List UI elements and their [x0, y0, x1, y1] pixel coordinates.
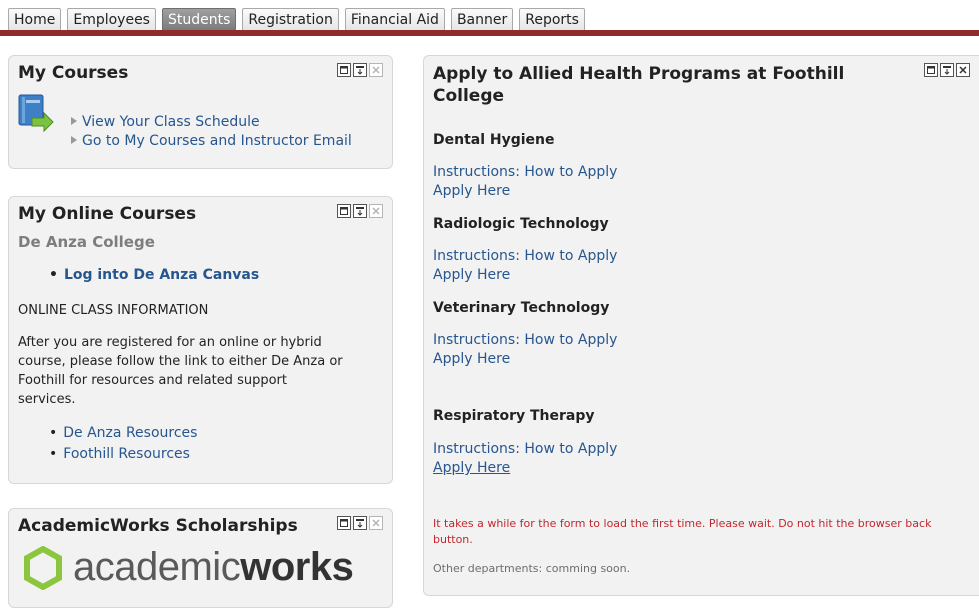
- logo-text: academicworks: [73, 545, 354, 590]
- triangle-icon: [71, 136, 77, 144]
- tabs: Home Employees Students Registration Fin…: [8, 8, 585, 31]
- maximize-icon[interactable]: [924, 63, 938, 77]
- panel-title: My Courses: [18, 63, 129, 83]
- apply-link[interactable]: Apply Here: [433, 267, 510, 283]
- maximize-icon[interactable]: [337, 204, 351, 218]
- resource-item: De Anza Resources: [49, 425, 197, 441]
- info-line: After you are registered for an online o…: [18, 335, 322, 350]
- foothill-resources-link[interactable]: Foothill Resources: [63, 446, 190, 462]
- tab-financial-aid[interactable]: Financial Aid: [344, 8, 445, 31]
- minimize-icon[interactable]: [353, 63, 367, 77]
- departments-note: Other departments: comming soon.: [433, 562, 631, 575]
- tab-banner[interactable]: Banner: [450, 8, 514, 31]
- tab-students[interactable]: Students: [161, 8, 237, 31]
- close-icon[interactable]: [369, 204, 383, 218]
- tab-registration[interactable]: Registration: [242, 8, 339, 31]
- tab-bar: Home Employees Students Registration Fin…: [0, 0, 979, 38]
- book-arrow-icon: [18, 94, 54, 133]
- minimize-icon[interactable]: [353, 204, 367, 218]
- de-anza-resources-link[interactable]: De Anza Resources: [63, 425, 197, 441]
- link-text[interactable]: Go to My Courses and Instructor Email: [82, 133, 352, 149]
- resource-item: Foothill Resources: [49, 446, 190, 462]
- warning-message: It takes a while for the form to load th…: [433, 517, 932, 546]
- panel-controls: [924, 63, 970, 77]
- apply-link[interactable]: Apply Here: [433, 460, 510, 476]
- logo-text-light: academic: [73, 545, 241, 589]
- minimize-icon[interactable]: [353, 516, 367, 530]
- panel-controls: [337, 204, 383, 218]
- allied-health-panel: Apply to Allied Health Programs at Footh…: [423, 55, 979, 596]
- tab-reports[interactable]: Reports: [519, 8, 585, 31]
- logo-text-bold: works: [240, 545, 354, 589]
- my-courses-email-link[interactable]: Go to My Courses and Instructor Email: [71, 133, 352, 149]
- panel-controls: [337, 63, 383, 77]
- instructions-link[interactable]: Instructions: How to Apply: [433, 248, 617, 264]
- close-icon[interactable]: [369, 63, 383, 77]
- program-heading: Radiologic Technology: [433, 216, 609, 232]
- link-text[interactable]: View Your Class Schedule: [82, 114, 260, 130]
- title-line: Apply to Allied Health Programs at Footh…: [433, 64, 845, 84]
- close-icon[interactable]: [956, 63, 970, 77]
- instructions-link[interactable]: Instructions: How to Apply: [433, 441, 617, 457]
- panel-title: Apply to Allied Health Programs at Footh…: [433, 63, 863, 107]
- view-class-schedule-link[interactable]: View Your Class Schedule: [71, 114, 260, 130]
- tab-employees[interactable]: Employees: [67, 8, 156, 31]
- maximize-icon[interactable]: [337, 516, 351, 530]
- info-line: services.: [18, 392, 76, 407]
- tab-home[interactable]: Home: [8, 8, 62, 31]
- info-line: course, please follow the link to either…: [18, 354, 343, 369]
- close-icon[interactable]: [369, 516, 383, 530]
- online-courses-panel: My Online Courses De Anza College Log in…: [8, 196, 393, 484]
- program-heading: Respiratory Therapy: [433, 408, 595, 424]
- canvas-login-item: Log into De Anza Canvas: [49, 267, 259, 283]
- panel-controls: [337, 516, 383, 530]
- maximize-icon[interactable]: [337, 63, 351, 77]
- program-heading: Dental Hygiene: [433, 132, 555, 148]
- academicworks-panel: AcademicWorks Scholarships academicworks: [8, 508, 393, 608]
- canvas-login-link[interactable]: Log into De Anza Canvas: [64, 267, 259, 283]
- apply-link[interactable]: Apply Here: [433, 183, 510, 199]
- program-heading: Veterinary Technology: [433, 300, 610, 316]
- title-line: College: [433, 86, 505, 106]
- panel-title: AcademicWorks Scholarships: [18, 516, 298, 536]
- college-heading: De Anza College: [18, 233, 155, 251]
- instructions-link[interactable]: Instructions: How to Apply: [433, 164, 617, 180]
- info-line: Foothill for resources and related suppo…: [18, 373, 287, 388]
- section-heading: ONLINE CLASS INFORMATION: [18, 303, 209, 318]
- hexagon-logo-icon: [24, 545, 62, 590]
- academicworks-logo[interactable]: academicworks: [23, 545, 354, 590]
- instructions-link[interactable]: Instructions: How to Apply: [433, 332, 617, 348]
- tab-underline: [0, 30, 979, 36]
- triangle-icon: [71, 117, 77, 125]
- minimize-icon[interactable]: [940, 63, 954, 77]
- my-courses-panel: My Courses View Your Class Schedule Go t…: [8, 55, 393, 169]
- panel-title: My Online Courses: [18, 204, 197, 224]
- apply-link[interactable]: Apply Here: [433, 351, 510, 367]
